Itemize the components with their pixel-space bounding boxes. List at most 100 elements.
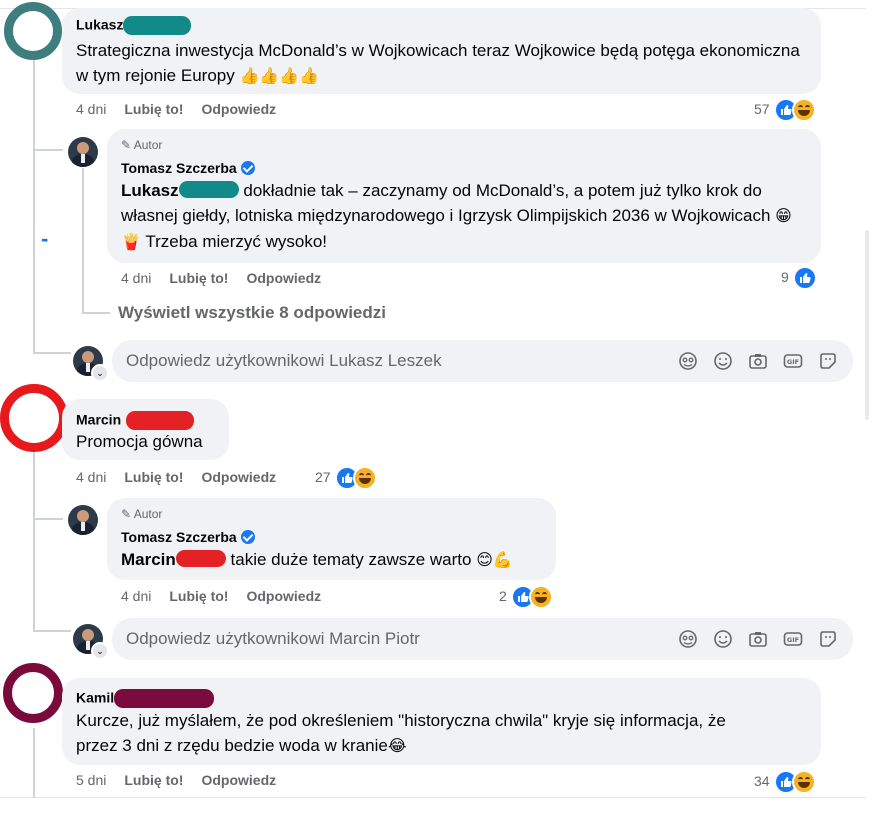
scrollbar[interactable]: [865, 230, 869, 420]
comment-time[interactable]: 5 dni: [76, 772, 106, 788]
thread-line: [33, 60, 35, 354]
comment-author[interactable]: Lukasz: [76, 17, 123, 33]
reply-time[interactable]: 4 dni: [121, 270, 151, 286]
reply-actions: 4 dni Lubię to! Odpowiedz: [121, 270, 321, 286]
redaction: [125, 411, 194, 430]
camera-icon[interactable]: [748, 351, 768, 371]
reply-text: Lukasz dokładnie tak – zaczynamy od McDo…: [121, 181, 792, 251]
comment-text: Strategiczna inwestycja McDonald’s w Woj…: [76, 41, 800, 85]
reactions[interactable]: 57: [754, 98, 817, 122]
reply-author[interactable]: Tomasz Szczerba: [121, 160, 237, 176]
gif-icon[interactable]: GIF: [783, 351, 803, 371]
thread-branch: [33, 518, 63, 520]
reply-time[interactable]: 4 dni: [121, 588, 151, 604]
comment-actions: 5 dni Lubię to! Odpowiedz: [76, 772, 276, 788]
reaction-count: 9: [781, 269, 789, 286]
thread-branch: [33, 352, 71, 354]
svg-text:GIF: GIF: [787, 636, 799, 644]
avatar-sticker-icon[interactable]: [678, 629, 698, 649]
redaction: [178, 181, 239, 198]
reply-placeholder: Odpowiedz użytkownikowi Marcin Piotr: [126, 629, 420, 648]
reply-input[interactable]: Odpowiedz użytkownikowi Lukasz Leszek GI…: [112, 340, 853, 382]
svg-text:GIF: GIF: [787, 358, 799, 366]
reply-thread-branch: [82, 312, 110, 314]
reply-author[interactable]: Tomasz Szczerba: [121, 529, 237, 545]
comment-text: Promocja gówna: [76, 432, 203, 451]
comment-text: Kurcze, już myślałem, że pod określeniem…: [76, 711, 726, 755]
view-all-replies-link[interactable]: Wyświetl wszystkie 8 odpowiedzi: [118, 303, 386, 323]
comment-bubble: Lukasz Strategiczna inwestycja McDonald’…: [62, 8, 821, 94]
reaction-count: 27: [315, 469, 331, 486]
haha-reaction-icon: [353, 466, 378, 490]
comment-author[interactable]: Marcin: [76, 412, 121, 428]
gif-icon[interactable]: GIF: [783, 629, 803, 649]
reply-link[interactable]: Odpowiedz: [246, 270, 321, 286]
verified-badge-icon: [240, 161, 255, 175]
reply-link[interactable]: Odpowiedz: [201, 101, 276, 117]
bottom-divider: [0, 797, 866, 798]
haha-reaction-icon: [792, 770, 817, 794]
reactions[interactable]: 9: [781, 266, 818, 290]
mention[interactable]: Lukasz: [121, 181, 179, 200]
sticker-icon[interactable]: [818, 629, 838, 649]
avatar[interactable]: [3, 663, 63, 723]
emoji-icon[interactable]: [713, 629, 733, 649]
avatar-sticker-icon[interactable]: [678, 351, 698, 371]
comment-time[interactable]: 4 dni: [76, 469, 106, 485]
pencil-icon: ✎: [121, 138, 132, 152]
reply-bubble: ✎ Autor Tomasz Szczerba Lukasz dokładnie…: [107, 129, 821, 263]
thread-branch: [33, 630, 71, 632]
composer-icons: GIF: [678, 629, 838, 649]
comment-time[interactable]: 4 dni: [76, 101, 106, 117]
like-link[interactable]: Lubię to!: [169, 270, 228, 286]
comment-bubble: Marcin Promocja gówna: [62, 399, 229, 460]
avatar[interactable]: [0, 384, 68, 452]
comment-author[interactable]: Kamil: [76, 690, 114, 706]
reactions[interactable]: 34: [754, 770, 817, 794]
like-link[interactable]: Lubię to!: [124, 772, 183, 788]
reactions[interactable]: 27: [315, 466, 378, 490]
reply-thread-line: [82, 168, 84, 314]
reply-text: Marcin takie duże tematy zawsze warto 😊💪: [121, 550, 513, 569]
author-badge: Autor: [133, 507, 163, 521]
collapse-toggle[interactable]: -: [41, 226, 48, 252]
reply-link[interactable]: Odpowiedz: [246, 588, 321, 604]
chevron-down-icon[interactable]: ⌄: [91, 642, 109, 660]
haha-reaction-icon: [792, 98, 817, 122]
like-link[interactable]: Lubię to!: [124, 101, 183, 117]
redaction: [175, 550, 226, 567]
thumbs-up-emoji: 👍👍👍👍: [239, 68, 320, 85]
emoji-icon[interactable]: [713, 351, 733, 371]
comment-bubble: Kamil Kurcze, już myślałem, że pod okreś…: [62, 678, 821, 765]
reply-link[interactable]: Odpowiedz: [201, 772, 276, 788]
reaction-count: 2: [499, 588, 507, 605]
like-link[interactable]: Lubię to!: [169, 588, 228, 604]
avatar[interactable]: [68, 137, 98, 167]
composer-icons: GIF: [678, 351, 838, 371]
sticker-icon[interactable]: [818, 351, 838, 371]
comment-actions: 4 dni Lubię to! Odpowiedz: [76, 101, 276, 117]
laughing-emoji: 😂: [387, 738, 407, 755]
author-badge: Autor: [133, 138, 163, 152]
reply-input[interactable]: Odpowiedz użytkownikowi Marcin Piotr GIF: [112, 618, 853, 660]
chevron-down-icon[interactable]: ⌄: [91, 364, 109, 382]
camera-icon[interactable]: [748, 629, 768, 649]
reactions[interactable]: 2: [499, 585, 554, 609]
reply-link[interactable]: Odpowiedz: [201, 469, 276, 485]
like-link[interactable]: Lubię to!: [124, 469, 183, 485]
mention[interactable]: Marcin: [121, 550, 176, 569]
pencil-icon: ✎: [121, 507, 132, 521]
avatar[interactable]: [68, 505, 98, 535]
reaction-count: 57: [754, 101, 770, 118]
reply-placeholder: Odpowiedz użytkownikowi Lukasz Leszek: [126, 351, 442, 370]
reply-actions: 4 dni Lubię to! Odpowiedz: [121, 588, 321, 604]
like-reaction-icon: [793, 266, 818, 290]
thread-branch: [33, 149, 63, 151]
comment-actions: 4 dni Lubię to! Odpowiedz: [76, 469, 276, 485]
avatar[interactable]: [4, 2, 62, 60]
thread-line: [33, 728, 35, 798]
reaction-count: 34: [754, 773, 770, 790]
redaction: [123, 16, 192, 35]
verified-badge-icon: [240, 530, 255, 544]
smile-muscle-emoji: 😊💪: [476, 552, 513, 569]
